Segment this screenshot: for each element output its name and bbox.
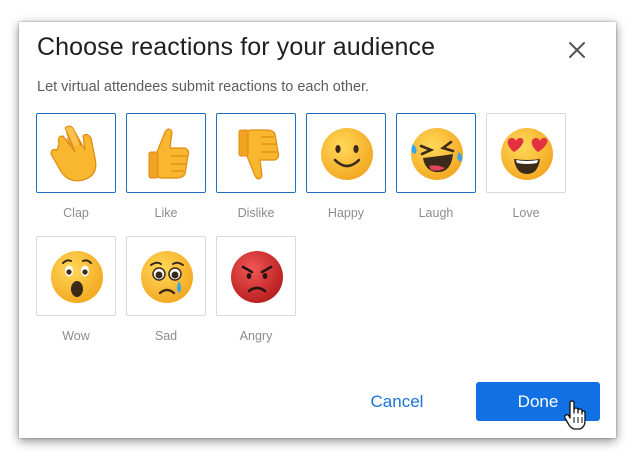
reaction-tile-love[interactable] — [486, 113, 566, 193]
thumbs-down-emoji-icon — [238, 129, 280, 180]
reaction-label-clap: Clap — [63, 206, 89, 220]
smiling-face-emoji-icon — [321, 128, 373, 180]
reaction-label-like: Like — [154, 206, 178, 220]
close-icon — [569, 42, 585, 58]
reaction-tile-happy[interactable] — [306, 113, 386, 193]
reaction-label-sad: Sad — [154, 329, 178, 343]
reaction-tile-sad[interactable] — [126, 236, 206, 316]
reaction-tile-dislike[interactable] — [216, 113, 296, 193]
dialog-title: Choose reactions for your audience — [37, 33, 436, 61]
reaction-tile-clap[interactable] — [36, 113, 116, 193]
dialog-subtitle: Let virtual attendees submit reactions t… — [37, 79, 370, 95]
reaction-label-happy: Happy — [327, 206, 365, 220]
heart-eyes-emoji-icon — [501, 128, 553, 180]
reaction-tile-like[interactable] — [126, 113, 206, 193]
close-button[interactable] — [563, 36, 591, 64]
thumbs-up-emoji-icon — [148, 128, 190, 179]
cancel-button[interactable]: Cancel — [353, 386, 441, 418]
clap-emoji-icon — [50, 125, 97, 182]
reaction-tile-laugh[interactable] — [396, 113, 476, 193]
surprised-face-emoji-icon — [51, 251, 103, 303]
reaction-tile-angry[interactable] — [216, 236, 296, 316]
reactions-dialog: Choose reactions for your audience Let v… — [19, 22, 616, 438]
angry-face-emoji-icon — [231, 251, 283, 303]
hand-pointer-cursor-icon — [564, 400, 586, 430]
reaction-label-dislike: Dislike — [237, 206, 275, 220]
reaction-tile-wow[interactable] — [36, 236, 116, 316]
reaction-label-wow: Wow — [62, 329, 90, 343]
reaction-label-laugh: Laugh — [418, 206, 454, 220]
laughing-face-emoji-icon — [411, 128, 463, 180]
sad-face-emoji-icon — [141, 251, 193, 303]
reaction-label-angry: Angry — [239, 329, 273, 343]
reaction-label-love: Love — [512, 206, 540, 220]
